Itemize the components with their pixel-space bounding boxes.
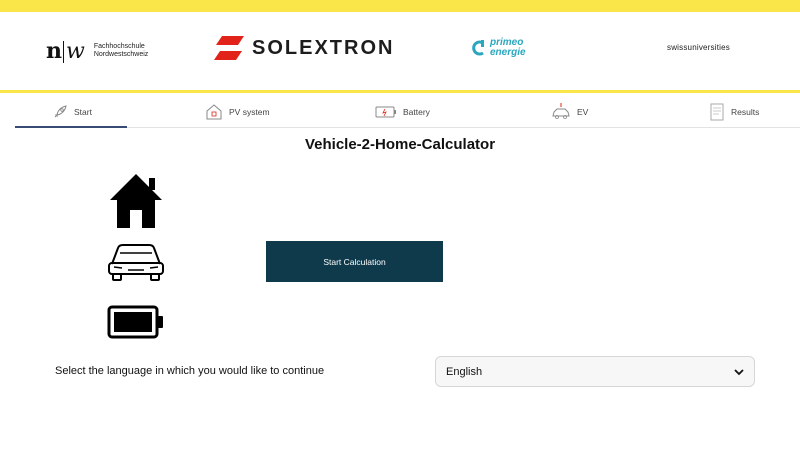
active-tab-indicator: [15, 126, 127, 128]
start-calculation-button[interactable]: Start Calculation: [266, 241, 443, 282]
tab-start-label: Start: [74, 107, 92, 117]
car-icon-large: [106, 240, 166, 287]
fhnw-mark-w: w: [66, 39, 85, 64]
fhnw-line2: Nordwestschweiz: [93, 51, 149, 58]
page-title: Vehicle-2-Home-Calculator: [304, 136, 496, 153]
tab-battery[interactable]: Battery: [375, 97, 430, 127]
primeo-mark-icon: [472, 40, 484, 56]
header-divider: [0, 90, 800, 93]
solextron-wordmark: SOLEXTRON: [252, 36, 395, 59]
tab-pv-system[interactable]: PV system: [205, 97, 270, 127]
solextron-logo: SOLEXTRON: [214, 36, 394, 60]
tab-pv-system-label: PV system: [229, 107, 270, 117]
house-solar-icon: [205, 103, 223, 121]
swissuniversities-logo: swissuniversities: [667, 43, 730, 52]
tab-results-label: Results: [731, 107, 760, 117]
language-label: Select the language in which you would l…: [55, 365, 325, 377]
tab-ev[interactable]: EV: [551, 97, 588, 127]
fhnw-logo: nw Fachhochschule Nordwestschweiz: [46, 38, 148, 64]
tab-ev-label: EV: [577, 107, 589, 117]
step-tabs: Start PV system Battery EV Results: [15, 97, 800, 128]
battery-icon-large: [107, 305, 165, 344]
fhnw-mark-n: n: [46, 38, 62, 64]
tab-battery-label: Battery: [403, 107, 430, 117]
chevron-down-icon: [734, 368, 744, 376]
top-accent-bar: [0, 0, 800, 12]
primeo-logo: primeo energie: [472, 38, 526, 58]
tab-results[interactable]: Results: [709, 97, 759, 127]
car-icon: [551, 103, 571, 121]
fhnw-line1: Fachhochschule: [93, 43, 145, 50]
document-icon: [709, 103, 725, 121]
house-icon: [107, 172, 165, 235]
primeo-line2: energie: [490, 47, 526, 58]
language-select-value: English: [446, 365, 483, 378]
rocket-icon: [52, 104, 68, 120]
language-select[interactable]: English: [435, 356, 755, 387]
tab-start[interactable]: Start: [52, 97, 92, 127]
battery-icon: [375, 105, 397, 119]
solextron-mark-icon: [214, 36, 244, 60]
